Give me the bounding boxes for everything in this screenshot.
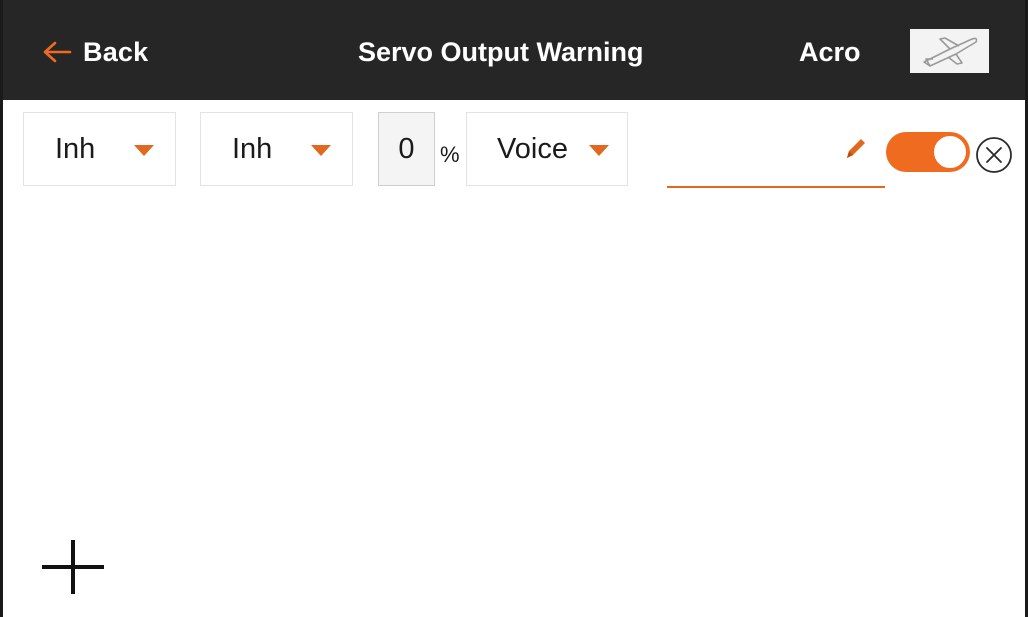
alert-type-value: Voice	[497, 132, 568, 165]
percent-unit-label: %	[440, 142, 460, 167]
alert-type-dropdown[interactable]: Voice	[466, 112, 628, 186]
channel-select-dropdown[interactable]: Inh	[200, 112, 353, 186]
arrow-left-icon	[43, 41, 72, 63]
enable-toggle[interactable]	[886, 132, 970, 172]
toggle-knob	[932, 134, 968, 170]
model-name: Acro	[799, 37, 861, 67]
threshold-value-input[interactable]: 0	[378, 112, 435, 186]
close-circle-icon[interactable]	[972, 133, 1016, 177]
warning-item-row: Inh Inh 0 % Voice	[3, 100, 1025, 200]
pencil-icon[interactable]	[843, 134, 867, 162]
header-bar: Back Servo Output Warning Acro	[3, 0, 1025, 100]
airplane-icon[interactable]	[910, 29, 989, 73]
back-label: Back	[83, 36, 149, 67]
servo-output-warning-screen: Back Servo Output Warning Acro Inh Inh 0…	[0, 0, 1028, 617]
channel-select-value: Inh	[232, 132, 273, 165]
caret-down-icon	[311, 145, 331, 156]
switch-select-value: Inh	[55, 132, 96, 165]
caret-down-icon	[134, 145, 154, 156]
caret-down-icon	[589, 145, 609, 156]
plus-icon[interactable]	[41, 540, 105, 594]
switch-select-dropdown[interactable]: Inh	[23, 112, 176, 186]
back-button[interactable]: Back	[41, 30, 148, 74]
page-title: Servo Output Warning	[358, 37, 644, 67]
